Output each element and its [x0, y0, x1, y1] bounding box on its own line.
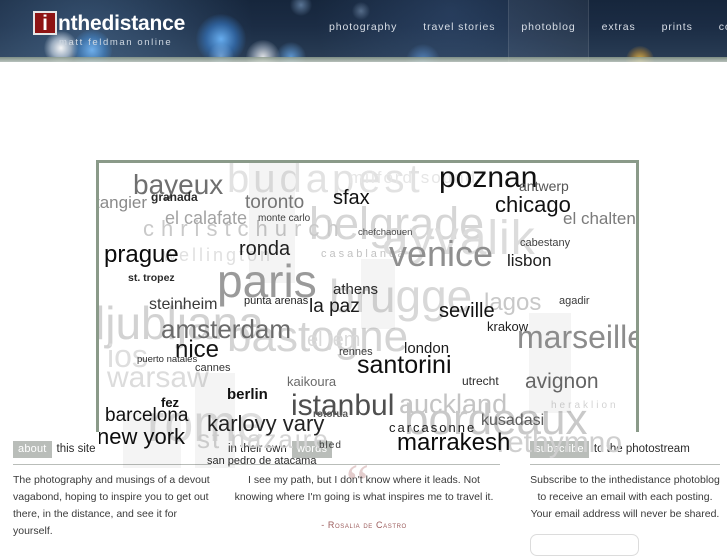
nav-item-photoblog[interactable]: photoblog	[508, 0, 589, 62]
wordcloud-word[interactable]: venice	[389, 236, 493, 272]
wordcloud-word[interactable]: avignon	[525, 371, 599, 392]
wordcloud-frame: budapest milford sound belgrade ayvalik chri…	[96, 160, 639, 471]
wordcloud-word[interactable]: el chalten	[563, 210, 636, 227]
quote-text: I see my path, but I don't know where it…	[234, 474, 494, 503]
wordcloud-background-word: rethymno	[497, 426, 623, 459]
wordcloud-word[interactable]: prague	[104, 243, 179, 267]
wordcloud-word[interactable]: seville	[439, 301, 495, 321]
nav-item-prints[interactable]: prints	[649, 0, 706, 62]
site-header: i nthedistance matt feldman online photo…	[0, 0, 727, 62]
wordcloud-word[interactable]: santorini	[357, 353, 452, 378]
wordcloud-background-word: warsaw	[107, 361, 209, 394]
bokeh-light-icon	[290, 0, 312, 16]
wordcloud-word[interactable]: lisbon	[507, 252, 551, 269]
wordcloud-word[interactable]: sfax	[333, 188, 370, 208]
wordcloud-word[interactable]: agadir	[559, 296, 590, 307]
main-navigation: photography travel stories photoblog extras…	[316, 0, 727, 62]
wordcloud-word[interactable]: karlovy vary	[207, 413, 324, 435]
nav-item-photography[interactable]: photography	[316, 0, 410, 62]
wordcloud-word[interactable]: el calafate	[165, 209, 247, 227]
bokeh-light-icon	[196, 14, 246, 62]
wordcloud-word[interactable]: marseille	[517, 321, 636, 353]
wordcloud-word[interactable]: cabestany	[520, 238, 570, 249]
wordcloud-word[interactable]: cannes	[195, 363, 230, 374]
wordcloud-word[interactable]: steinheim	[149, 297, 217, 313]
wordcloud-word[interactable]: kaikoura	[287, 375, 336, 388]
wordcloud-word[interactable]: granada	[151, 191, 198, 203]
wordcloud-word[interactable]: new york	[99, 426, 185, 448]
about-heading-rest: this site	[56, 443, 96, 455]
nav-item-extras[interactable]: extras	[589, 0, 649, 62]
wordcloud-word[interactable]: utrecht	[462, 375, 499, 387]
wordcloud-word[interactable]: san pedro de atacama	[207, 456, 316, 467]
logo-tagline: matt feldman online	[59, 37, 173, 48]
wordcloud-word[interactable]: bled	[319, 441, 342, 451]
logo-wordmark: i nthedistance	[33, 11, 185, 35]
wordcloud-section: budapest milford sound belgrade ayvalik chri…	[0, 62, 727, 471]
wordcloud-word[interactable]: berlin	[227, 387, 268, 402]
wordcloud-word[interactable]: kusadasi	[481, 413, 544, 429]
nav-item-contact[interactable]: contact	[706, 0, 727, 62]
subscribe-body-text: Subscribe to the inthedistance photoblog…	[530, 474, 720, 520]
wordcloud-word[interactable]: barcelona	[105, 406, 188, 425]
wordcloud-word[interactable]: monte carlo	[258, 214, 310, 224]
wordcloud-canvas: budapest milford sound belgrade ayvalik chri…	[99, 163, 636, 468]
logo-square-icon: i	[33, 11, 57, 35]
about-tag: about	[13, 441, 52, 458]
wordcloud-word[interactable]: st. tropez	[128, 273, 175, 284]
logo-text: nthedistance	[58, 11, 186, 35]
wordcloud-word[interactable]: athens	[333, 282, 378, 297]
wordcloud-word[interactable]: punta arenas	[244, 296, 308, 307]
logo-initial: i	[42, 12, 48, 35]
nav-item-travel-stories[interactable]: travel stories	[410, 0, 508, 62]
wordcloud-word[interactable]: toronto	[245, 193, 304, 212]
wordcloud-word[interactable]: chicago	[495, 194, 571, 216]
wordcloud-word[interactable]: antwerp	[519, 179, 569, 193]
wordcloud-word[interactable]: puerto natales	[137, 355, 197, 365]
quote-attribution: - Rosalia de Castro	[321, 520, 407, 530]
site-logo[interactable]: i nthedistance matt feldman online	[33, 11, 185, 48]
subscribe-email-input[interactable]	[530, 534, 639, 556]
wordcloud-word[interactable]: la paz	[309, 297, 360, 316]
wordcloud-word[interactable]: marrakesh	[397, 431, 510, 455]
about-body-text: The photography and musings of a devout …	[13, 474, 210, 537]
wordcloud-word[interactable]: tangier	[99, 194, 147, 211]
